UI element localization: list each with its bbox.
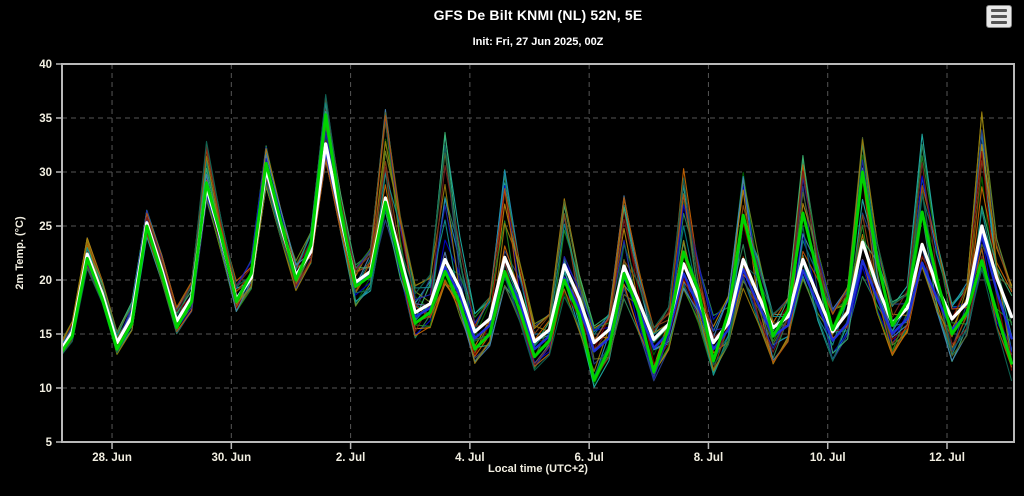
x-tick-label: 12. Jul	[929, 452, 965, 464]
y-tick-label: 5	[46, 437, 53, 449]
y-tick-label: 35	[39, 113, 52, 125]
y-tick-label: 25	[39, 221, 52, 233]
x-tick-label: 2. Jul	[336, 452, 365, 464]
meteogram-plot: 5 10 15 20 25 30 35 40 28. Jun 30. Jun 2. Jul 4. Ju…	[39, 59, 1015, 464]
y-tick-label: 15	[39, 329, 52, 341]
x-tick-label: 8. Jul	[694, 452, 723, 464]
x-tick-label: 30. Jun	[211, 452, 251, 464]
x-tick-label: 10. Jul	[810, 452, 846, 464]
x-tick-label: 4. Jul	[455, 452, 484, 464]
x-tick-label: 6. Jul	[574, 452, 603, 464]
ensemble-member-line-20	[62, 140, 1013, 365]
y-tick-label: 20	[39, 275, 52, 287]
x-tick-label: 28. Jun	[92, 452, 132, 464]
y-tick-label: 10	[39, 383, 52, 395]
y-tick-label: 30	[39, 167, 52, 179]
meteogram-page: GFS De Bilt KNMI (NL) 52N, 5E Init: Fri,…	[0, 0, 1024, 496]
y-tick-label: 40	[39, 59, 52, 71]
